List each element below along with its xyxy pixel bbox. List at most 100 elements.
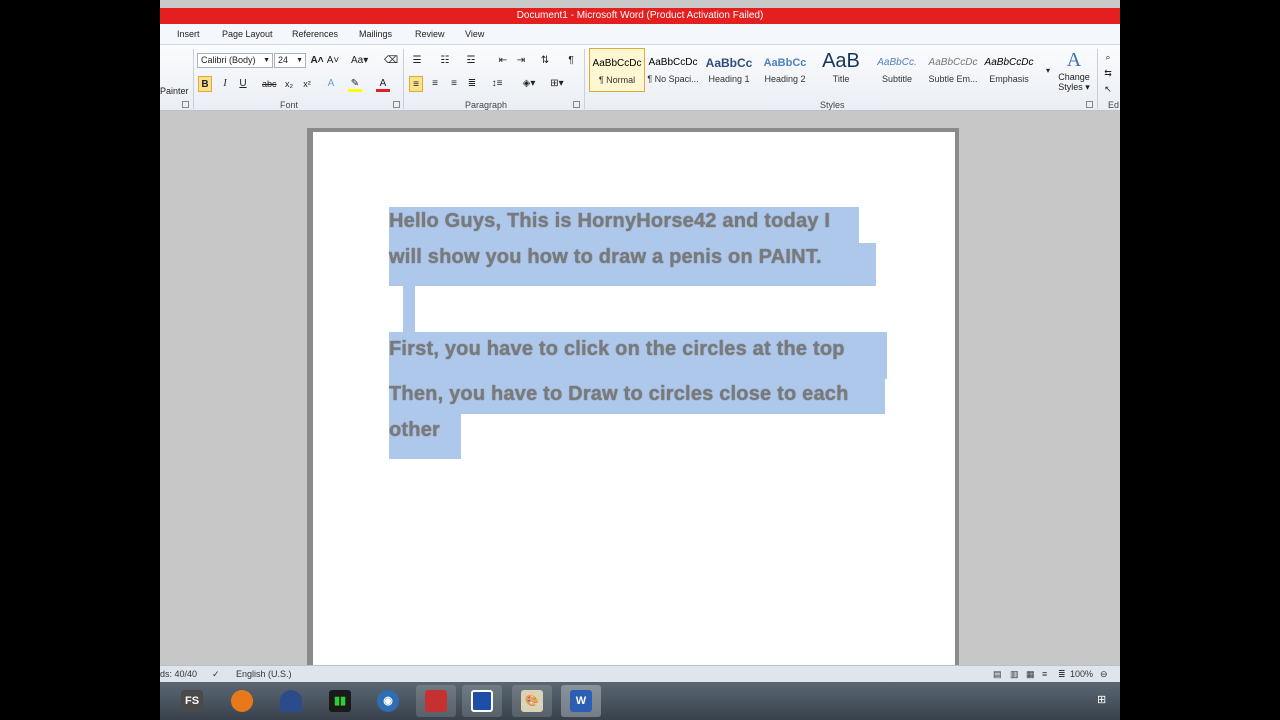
style-sample: AaBbCcDc <box>928 57 978 68</box>
taskbar-item-recorder[interactable] <box>416 685 456 717</box>
show-formatting-button[interactable]: ¶ <box>564 53 578 69</box>
outline-icon[interactable]: ≡ <box>1042 669 1047 679</box>
style-emphasis[interactable]: AaBbCcDc Emphasis <box>981 48 1037 92</box>
italic-button[interactable]: I <box>218 76 232 92</box>
capture-icon <box>471 690 493 712</box>
taskbar-item-media[interactable]: ◉ <box>368 685 408 717</box>
increase-indent-icon[interactable]: ⇥ <box>514 53 528 69</box>
taskbar-item-capture[interactable] <box>462 685 502 717</box>
highlight-color-icon[interactable]: ✎ <box>348 76 362 92</box>
align-left-icon[interactable]: ≡ <box>409 76 423 92</box>
superscript-button[interactable]: x² <box>300 76 314 92</box>
styles-launcher-icon[interactable] <box>1086 101 1093 108</box>
shading-icon[interactable]: ◈▾ <box>522 76 536 92</box>
clear-formatting-icon[interactable]: ⌫ <box>384 53 398 69</box>
text-line[interactable]: First, you have to click on the circles … <box>389 338 845 361</box>
web-layout-icon[interactable]: ▦ <box>1026 669 1035 680</box>
grow-font-icon[interactable]: A˄ <box>310 53 324 69</box>
numbering-icon[interactable]: ☷ <box>438 53 452 69</box>
tab-page-layout[interactable]: Page Layout <box>222 29 273 39</box>
group-divider <box>403 49 404 109</box>
text-line[interactable]: Then, you have to Draw to circles close … <box>389 383 849 406</box>
text-effects-icon[interactable]: A <box>324 76 338 92</box>
draft-icon[interactable]: ≣ <box>1058 669 1066 680</box>
taskbar-item-word[interactable]: W <box>561 685 601 717</box>
clipboard-launcher-icon[interactable] <box>182 101 189 108</box>
text-line[interactable]: other <box>389 419 440 442</box>
word-icon: W <box>570 690 592 712</box>
print-layout-icon[interactable]: ▤ <box>993 669 1002 680</box>
document-area: Hello Guys, This is HornyHorse42 and tod… <box>160 111 1120 692</box>
format-painter-button[interactable]: Painter <box>160 83 189 99</box>
tab-view[interactable]: View <box>465 29 484 39</box>
proofing-icon[interactable]: ✓ <box>212 669 220 680</box>
taskbar-item-meter[interactable]: ▮▮ <box>320 685 360 717</box>
text-line[interactable]: Hello Guys, This is HornyHorse42 and tod… <box>389 210 830 233</box>
align-right-icon[interactable]: ≡ <box>447 76 461 92</box>
taskbar-item-fs[interactable]: FS <box>172 685 212 717</box>
align-center-icon[interactable]: ≡ <box>428 76 442 92</box>
bullets-icon[interactable]: ☰ <box>410 53 424 69</box>
tab-insert[interactable]: Insert <box>177 29 200 39</box>
borders-icon[interactable]: ⊞▾ <box>550 76 564 92</box>
replace-icon[interactable]: ⇆ <box>1101 65 1115 81</box>
zoom-level[interactable]: 100% <box>1070 669 1093 679</box>
style-heading-2[interactable]: AaBbCc Heading 2 <box>757 48 813 92</box>
font-group-label: Font <box>280 100 299 110</box>
group-divider <box>1097 49 1098 109</box>
style-sample: AaBbCc <box>705 56 753 70</box>
tab-mailings[interactable]: Mailings <box>359 29 392 39</box>
find-icon[interactable]: ⌕ <box>1101 49 1115 65</box>
change-styles-button[interactable]: A Change Styles ▾ <box>1054 48 1094 98</box>
font-color-icon[interactable]: A <box>376 76 390 92</box>
font-size-select[interactable]: 24 ▼ <box>274 53 306 68</box>
style-subtle-emphasis[interactable]: AaBbCcDc Subtle Em... <box>925 48 981 92</box>
style-name: ¶ Normal <box>598 75 636 85</box>
full-screen-icon[interactable]: ▥ <box>1010 669 1019 680</box>
taskbar-item-app[interactable] <box>271 685 311 717</box>
change-styles-label: Change <box>1058 72 1090 82</box>
text-line[interactable]: will show you how to draw a penis on PAI… <box>389 246 822 269</box>
change-case-icon[interactable]: Aa▾ <box>351 53 368 69</box>
zoom-out-icon[interactable]: ⊖ <box>1100 669 1108 680</box>
style-name: Emphasis <box>989 74 1029 84</box>
style-no-spacing[interactable]: AaBbCcDc ¶ No Spaci... <box>645 48 701 92</box>
line-spacing-icon[interactable]: ↕≡ <box>490 76 504 92</box>
taskbar-item-paint[interactable]: 🎨 <box>512 685 552 717</box>
group-divider <box>193 49 194 109</box>
word-count[interactable]: ds: 40/40 <box>160 669 197 679</box>
sort-icon[interactable]: ⇅ <box>538 53 552 69</box>
meter-icon: ▮▮ <box>329 690 351 712</box>
word-window: Document1 - Microsoft Word (Product Acti… <box>160 0 1120 720</box>
multilevel-list-icon[interactable]: ☲ <box>464 53 478 69</box>
paragraph-launcher-icon[interactable] <box>573 101 580 108</box>
styles-group-label: Styles <box>820 100 845 110</box>
subscript-button[interactable]: x₂ <box>282 76 296 92</box>
style-subtitle[interactable]: AaBbCc. Subtitle <box>869 48 925 92</box>
font-family-select[interactable]: Calibri (Body) ▼ <box>197 53 273 68</box>
underline-button[interactable]: U <box>236 76 250 92</box>
style-name: Subtle Em... <box>928 74 978 84</box>
taskbar-item-firefox[interactable] <box>222 685 262 717</box>
justify-icon[interactable]: ≣ <box>465 76 479 92</box>
style-sample: AaBbCc <box>763 57 807 69</box>
decrease-indent-icon[interactable]: ⇤ <box>496 53 510 69</box>
tab-references[interactable]: References <box>292 29 338 39</box>
styles-more-icon[interactable]: ▾ <box>1041 63 1055 79</box>
tray-icon[interactable]: ⊞ <box>1097 693 1106 706</box>
app-icon <box>280 690 302 712</box>
style-title[interactable]: AaB Title <box>813 48 869 92</box>
font-launcher-icon[interactable] <box>393 101 400 108</box>
select-icon[interactable]: ↖ <box>1101 81 1115 97</box>
taskbar: FS ▮▮ ◉ 🎨 W ⊞ <box>160 682 1120 720</box>
style-heading-1[interactable]: AaBbCc Heading 1 <box>701 48 757 92</box>
style-normal[interactable]: AaBbCcDc ¶ Normal <box>589 48 645 92</box>
tab-review[interactable]: Review <box>415 29 445 39</box>
document-page[interactable]: Hello Guys, This is HornyHorse42 and tod… <box>313 132 955 692</box>
bold-button[interactable]: B <box>198 76 212 92</box>
firefox-icon <box>231 690 253 712</box>
shrink-font-icon[interactable]: A˅ <box>326 53 340 69</box>
strikethrough-button[interactable]: abc <box>262 76 277 92</box>
language-indicator[interactable]: English (U.S.) <box>236 669 292 679</box>
change-styles-icon: A <box>1066 49 1082 71</box>
